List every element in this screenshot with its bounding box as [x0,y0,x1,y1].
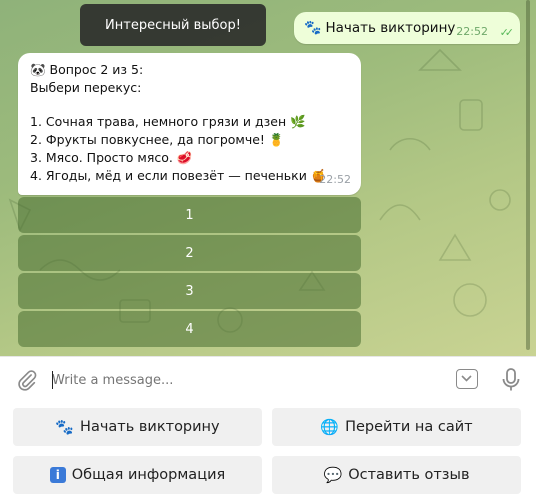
inline-answer-button-1[interactable]: 1 [18,197,361,233]
button-label: Перейти на сайт [345,419,473,435]
general-info-button[interactable]: i Общая информация [13,456,262,494]
read-checks-icon: ✓✓ [499,26,515,39]
chat-area[interactable]: Интересный выбор! 🐾 Начать викторину 22:… [0,0,536,356]
globe-icon: 🌐 [320,418,340,436]
speech-bubble-icon: 💬 [323,466,343,484]
message-line: 2. Фрукты повкуснее, да погромче! 🍍 [30,132,285,147]
message-line [30,97,349,113]
outgoing-message: 🐾 Начать викторину 22:52 ✓✓ [294,12,520,44]
toast-notification: Интересный выбор! [80,4,266,46]
button-label: Оставить отзыв [348,467,470,483]
chat-scrollbar[interactable] [526,0,530,350]
message-text: Начать викторину [325,20,456,36]
inline-answer-button-4[interactable]: 4 [18,311,361,347]
button-label: Общая информация [71,467,226,483]
message-time: 22:52 [456,25,488,38]
paperclip-icon[interactable] [16,369,38,391]
chevron-down-icon [461,375,472,382]
message-time: 22:52 [319,173,351,186]
go-to-site-button[interactable]: 🌐 Перейти на сайт [272,408,521,446]
inline-answer-button-3[interactable]: 3 [18,273,361,309]
message-composer [0,356,536,402]
microphone-icon[interactable] [500,367,522,393]
inline-answer-button-2[interactable]: 2 [18,235,361,271]
message-line: 1. Сочная трава, немного грязи и дзен 🌿 [30,114,306,129]
keyboard-toggle-icon[interactable] [456,369,478,389]
button-label: Начать викторину [80,419,220,435]
message-line: 4. Ягоды, мёд и если повезёт — печеньки … [30,168,327,183]
message-line: Выбери перекус: [30,80,142,95]
incoming-message: 🐼 Вопрос 2 из 5: Выбери перекус: 1. Сочн… [18,53,361,195]
paw-icon: 🐾 [304,20,322,36]
message-input[interactable] [52,369,432,391]
leave-feedback-button[interactable]: 💬 Оставить отзыв [272,456,521,494]
reply-keyboard: 🐾 Начать викторину 🌐 Перейти на сайт i О… [0,402,536,500]
paw-icon: 🐾 [55,418,75,436]
info-icon: i [49,467,66,483]
message-line: 3. Мясо. Просто мясо. 🥩 [30,150,193,165]
message-line: 🐼 Вопрос 2 из 5: [30,62,144,77]
start-quiz-button[interactable]: 🐾 Начать викторину [13,408,262,446]
text-caret [52,371,53,389]
